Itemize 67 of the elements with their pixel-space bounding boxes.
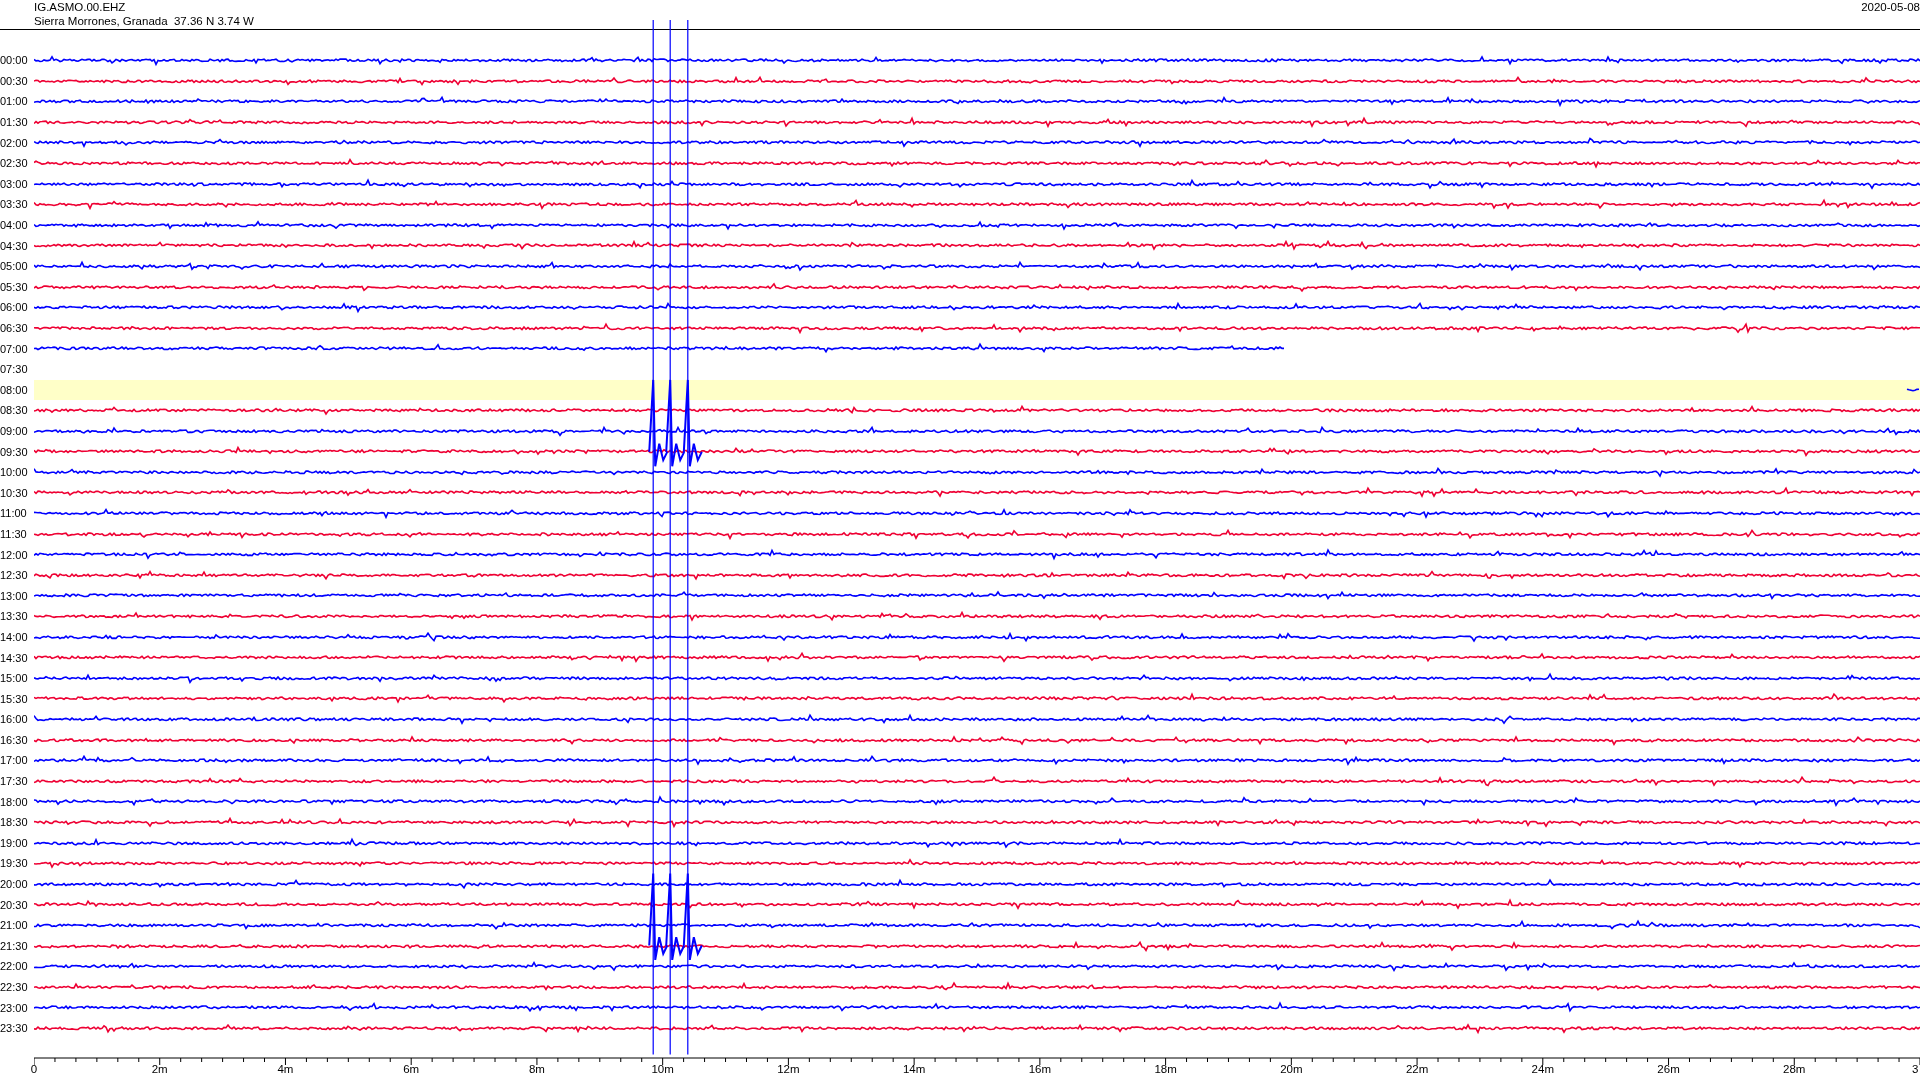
time-label: 22:00 bbox=[0, 960, 29, 973]
time-label: 01:30 bbox=[0, 116, 29, 129]
axis-label: 2m bbox=[151, 1062, 168, 1075]
time-label: 03:30 bbox=[0, 198, 29, 211]
time-label: 21:00 bbox=[0, 919, 29, 932]
time-label: 14:30 bbox=[0, 651, 29, 664]
station-location: Sierra Morrones, Granada 37.36 N 3.74 W bbox=[34, 14, 254, 28]
time-label: 17:30 bbox=[0, 775, 29, 788]
time-label: 08:00 bbox=[0, 383, 29, 396]
axis-label: 14m bbox=[902, 1062, 926, 1075]
time-label: 07:30 bbox=[0, 363, 29, 376]
time-label: 21:30 bbox=[0, 939, 29, 952]
time-label: 16:00 bbox=[0, 713, 29, 726]
time-label: 15:00 bbox=[0, 672, 29, 685]
time-label: 04:00 bbox=[0, 219, 29, 232]
axis-label: 20m bbox=[1280, 1062, 1303, 1075]
time-label: 16:30 bbox=[0, 733, 29, 746]
time-label: 01:00 bbox=[0, 95, 29, 108]
time-label: 13:00 bbox=[0, 589, 29, 602]
axis-label: 12m bbox=[777, 1062, 800, 1075]
time-label: 22:30 bbox=[0, 981, 29, 993]
time-label: 09:30 bbox=[0, 445, 29, 458]
time-label: 15:30 bbox=[0, 692, 29, 705]
time-label: 06:00 bbox=[0, 301, 29, 314]
station-code: IG.ASMO.00.EHZ bbox=[34, 0, 127, 14]
time-label: 11:00 bbox=[0, 507, 28, 520]
axis-label: 28m bbox=[1783, 1062, 1806, 1075]
axis-label: 4m bbox=[277, 1062, 294, 1075]
axis-label: 26m bbox=[1657, 1062, 1680, 1075]
axis-label: 0 bbox=[30, 1062, 38, 1075]
time-label: 10:30 bbox=[0, 486, 29, 499]
plot-date: 2020-05-08 bbox=[1861, 0, 1920, 14]
time-label: 20:00 bbox=[0, 878, 29, 891]
axis-label: 6m bbox=[403, 1062, 420, 1075]
time-label: 12:30 bbox=[0, 569, 29, 582]
time-label: 11:30 bbox=[0, 527, 28, 540]
time-label: 17:00 bbox=[0, 754, 29, 767]
time-label: 00:30 bbox=[0, 74, 29, 87]
axis-label: 10m bbox=[651, 1062, 674, 1075]
time-label: 23:30 bbox=[0, 1022, 29, 1035]
axis-label: 24m bbox=[1531, 1062, 1554, 1075]
time-label: 09:00 bbox=[0, 425, 29, 437]
time-label: 10:00 bbox=[0, 466, 29, 479]
time-label: 06:30 bbox=[0, 322, 29, 334]
time-label: 23:00 bbox=[0, 1001, 29, 1014]
time-label: 04:30 bbox=[0, 239, 29, 252]
time-label: 05:30 bbox=[0, 280, 29, 293]
time-label: 02:00 bbox=[0, 136, 29, 149]
axis-label: 16m bbox=[1028, 1062, 1052, 1075]
time-label: 14:00 bbox=[0, 630, 29, 643]
time-label: 18:00 bbox=[0, 795, 29, 808]
axis-label: 18m bbox=[1154, 1062, 1177, 1075]
time-label: 19:30 bbox=[0, 857, 29, 870]
time-label: 03:00 bbox=[0, 177, 29, 190]
time-label: 20:30 bbox=[0, 898, 29, 911]
time-label: 07:00 bbox=[0, 342, 29, 355]
axis-label: 22m bbox=[1405, 1062, 1429, 1075]
axis-label: 8m bbox=[528, 1062, 545, 1075]
time-label: 05:00 bbox=[0, 260, 29, 273]
axis-label: 3 bbox=[1912, 1062, 1919, 1075]
time-label: 08:30 bbox=[0, 404, 29, 417]
time-label: 00:00 bbox=[0, 54, 29, 67]
time-label: 18:30 bbox=[0, 816, 29, 829]
time-label: 13:30 bbox=[0, 610, 29, 623]
time-label: 02:30 bbox=[0, 157, 29, 170]
time-label: 12:00 bbox=[0, 548, 29, 561]
time-label: 19:00 bbox=[0, 836, 29, 849]
